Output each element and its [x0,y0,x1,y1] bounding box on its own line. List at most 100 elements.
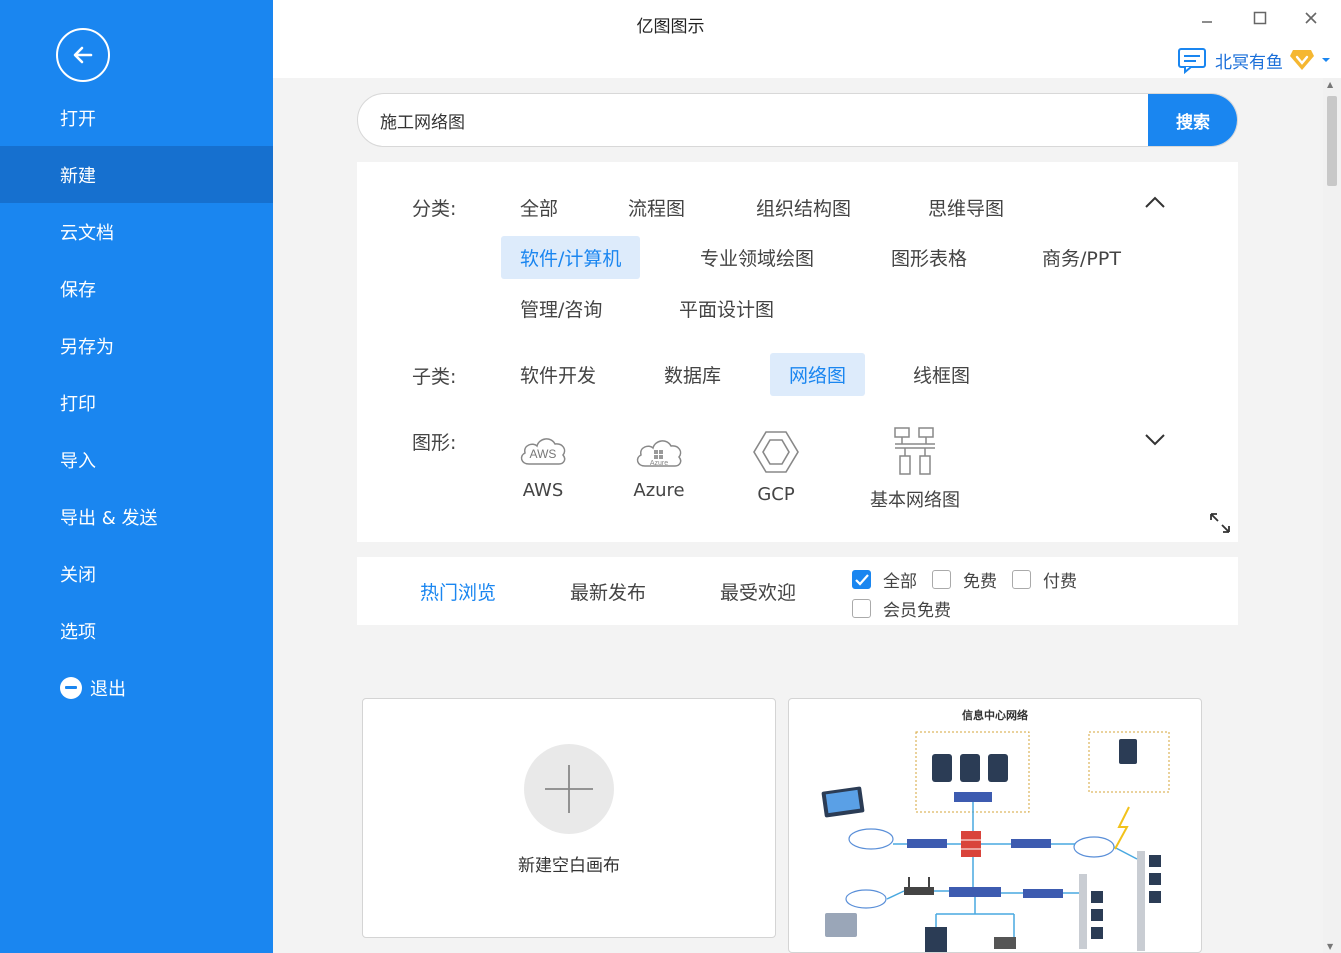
network-diagram-preview [821,731,1170,952]
shape-label: 图形: [412,432,457,454]
scroll-down-arrow-icon[interactable]: ▼ [1327,942,1333,951]
sidebar-item-label: 保存 [60,279,96,301]
subcategory-chip-wireframe[interactable]: 线框图 [894,353,989,396]
sidebar-item-save[interactable]: 保存 [0,260,273,317]
filter-checkbox-free[interactable]: 免费 [932,567,997,592]
category-chip-mind-map[interactable]: 思维导图 [909,186,1023,229]
sidebar-item-open[interactable]: 打开 [0,89,273,146]
category-chip-org-chart[interactable]: 组织结构图 [737,186,870,229]
filter-panel: 分类: 全部 流程图 组织结构图 思维导图 软件/计算机 专业领域绘图 图形表格… [357,162,1238,542]
collapse-button[interactable] [1144,194,1166,213]
category-chip-flowchart[interactable]: 流程图 [609,186,704,229]
sidebar-item-label: 退出 [90,678,126,700]
category-chip-professional[interactable]: 专业领域绘图 [681,236,833,279]
filter-checkbox-paid[interactable]: 付费 [1012,567,1077,592]
new-blank-canvas-card[interactable]: 新建空白画布 [362,698,776,938]
network-topology-icon [894,427,935,475]
sidebar-item-label: 另存为 [60,336,114,358]
sidebar-item-label: 新建 [60,165,96,187]
shape-label-basic-network: 基本网络图 [870,490,960,511]
tab-hot[interactable]: 热门浏览 [420,578,496,605]
checkbox-icon [1012,570,1031,589]
plus-icon[interactable] [524,744,614,834]
category-chip-all[interactable]: 全部 [501,186,577,229]
shape-gcp[interactable]: GCP [726,430,826,505]
category-chip-graphic-table[interactable]: 图形表格 [872,236,986,279]
scroll-up-arrow-icon[interactable]: ▲ [1327,80,1333,89]
sidebar-item-label: 关闭 [60,564,96,586]
checkbox-icon [932,570,951,589]
tab-latest[interactable]: 最新发布 [570,578,646,605]
checkbox-checked-icon [852,570,871,589]
subcategory-chip-network[interactable]: 网络图 [770,353,866,396]
minimize-button[interactable] [1195,6,1219,30]
sidebar: 打开 新建 云文档 保存 另存为 打印 导入 导出 & 发送 关闭 选项 退出 [0,0,273,953]
blank-canvas-label: 新建空白画布 [518,856,620,876]
svg-text:AWS: AWS [530,447,557,461]
subcategory-chip-software-dev[interactable]: 软件开发 [501,353,615,396]
svg-text:Azure: Azure [650,460,668,467]
category-chip-management[interactable]: 管理/咨询 [501,287,621,330]
caret-down-icon [1322,58,1330,62]
tab-popular[interactable]: 最受欢迎 [720,578,796,605]
sidebar-item-label: 云文档 [60,222,114,244]
user-name: 北冥有鱼 [1215,52,1283,73]
category-chip-graphic-design[interactable]: 平面设计图 [660,287,793,330]
azure-cloud-icon: Azure [636,440,682,467]
subcategory-chip-database[interactable]: 数据库 [645,353,740,396]
sidebar-item-close[interactable]: 关闭 [0,545,273,602]
sidebar-item-exit[interactable]: 退出 [0,659,273,716]
checkbox-label: 免费 [963,572,997,592]
sidebar-item-label: 打开 [60,108,96,130]
chat-message-icon [1178,48,1206,74]
sidebar-item-label: 打印 [60,393,96,415]
sidebar-item-label: 导入 [60,450,96,472]
shape-label-azure: Azure [633,480,685,501]
minus-circle-icon [60,676,82,699]
checkbox-label: 会员免费 [883,601,951,621]
shape-basic-network[interactable]: 基本网络图 [865,426,965,512]
sidebar-item-label: 选项 [60,621,96,643]
close-window-button[interactable] [1299,6,1323,30]
sidebar-item-new[interactable]: 新建 [0,146,273,203]
category-chip-software-computer[interactable]: 软件/计算机 [501,236,641,279]
sidebar-item-save-as[interactable]: 另存为 [0,317,273,374]
shape-label-aws: AWS [522,480,564,501]
search-button[interactable]: 搜索 [1148,94,1237,146]
shape-azure[interactable]: Azure Azure [609,430,709,501]
search-bar: 搜索 [357,93,1238,147]
template-card-network[interactable]: 信息中心网络 [788,698,1202,953]
search-input[interactable] [380,94,1140,146]
chevron-down-icon [1145,434,1165,446]
shape-label-gcp: GCP [757,484,795,505]
user-menu[interactable]: 北冥有鱼 [1177,46,1331,74]
sidebar-item-print[interactable]: 打印 [0,374,273,431]
maximize-icon [1253,11,1267,25]
gcp-hexagon-icon [753,431,799,473]
back-button[interactable] [56,28,110,82]
category-chip-business-ppt[interactable]: 商务/PPT [1023,236,1140,279]
sidebar-item-import[interactable]: 导入 [0,431,273,488]
checkbox-label: 全部 [883,572,917,592]
filter-checkbox-all[interactable]: 全部 [852,567,917,592]
arrow-left-icon [73,46,93,64]
sidebar-item-cloud-docs[interactable]: 云文档 [0,203,273,260]
close-icon [1305,12,1317,24]
vertical-scrollbar[interactable]: ▲ ▼ [1323,78,1341,953]
title-bar: 亿图图示 北冥有鱼 [273,0,1341,78]
shape-aws[interactable]: AWS AWS [493,430,593,501]
sidebar-item-options[interactable]: 选项 [0,602,273,659]
sidebar-item-export-send[interactable]: 导出 & 发送 [0,488,273,545]
expand-more-button[interactable] [1144,432,1166,451]
category-label: 分类: [412,198,457,220]
vip-diamond-icon [1290,50,1314,70]
scroll-thumb[interactable] [1327,96,1337,186]
app-title: 亿图图示 [636,17,705,37]
minimize-icon [1202,21,1212,23]
filter-checkbox-member-free[interactable]: 会员免费 [852,596,951,621]
checkbox-icon [852,599,871,618]
maximize-button[interactable] [1248,6,1272,30]
subcategory-label: 子类: [412,366,457,388]
checkbox-label: 付费 [1043,572,1077,592]
fullscreen-toggle[interactable] [1209,512,1231,538]
